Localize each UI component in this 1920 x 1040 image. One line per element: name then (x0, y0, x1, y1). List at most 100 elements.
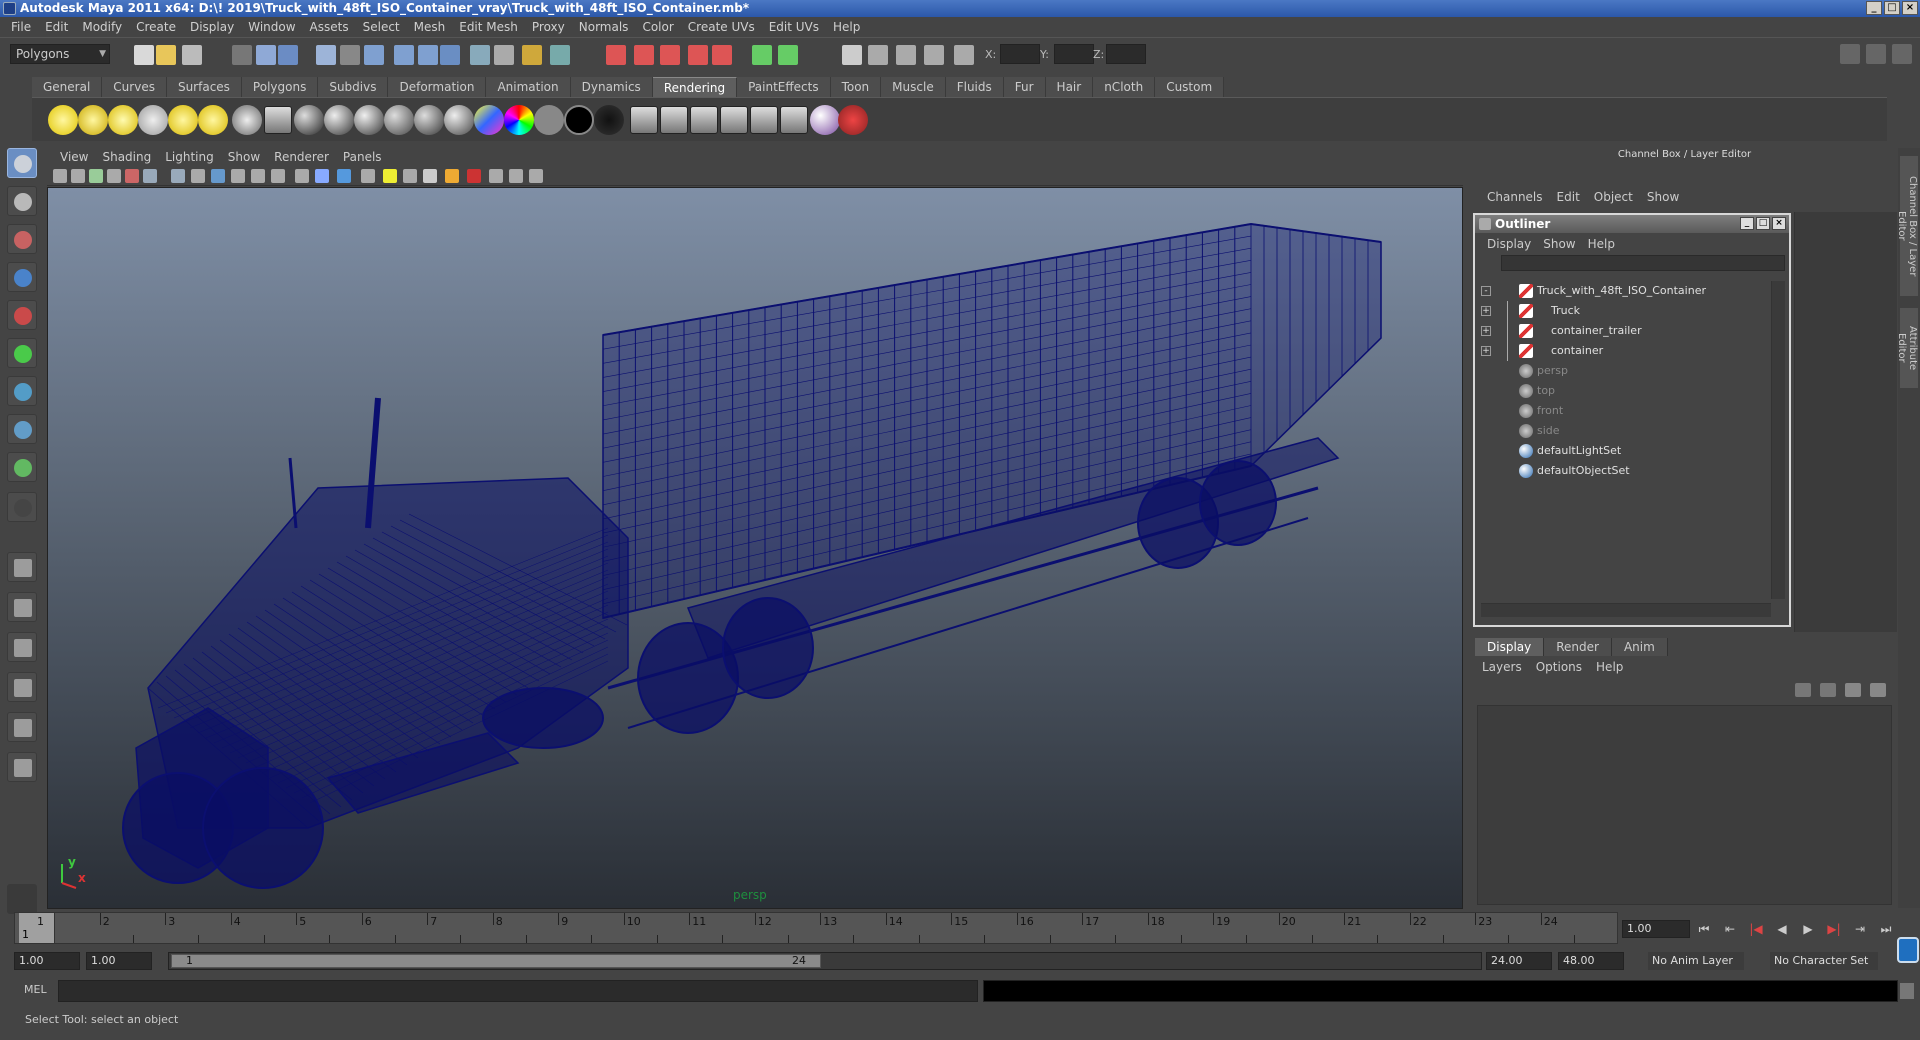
outliner-item-container[interactable]: + container (1479, 341, 1769, 361)
viewport-menu-shading[interactable]: Shading (95, 150, 158, 164)
outliner-item-top[interactable]: top (1479, 381, 1769, 401)
grid-icon[interactable] (143, 169, 157, 183)
render-utility-icon[interactable] (780, 106, 808, 134)
layout-icon[interactable] (1840, 44, 1860, 64)
expand-icon[interactable]: + (1481, 346, 1491, 356)
menu-help[interactable]: Help (826, 20, 867, 34)
texture-icon[interactable] (423, 169, 437, 183)
layer-move-down-icon[interactable] (1870, 683, 1886, 697)
shading-map-icon[interactable] (504, 105, 534, 135)
shelf-tab-curves[interactable]: Curves (102, 77, 167, 97)
gate-mask-icon[interactable] (211, 169, 225, 183)
display-icon[interactable] (842, 45, 862, 65)
side-tab-attribute-editor[interactable]: Attribute Editor (1896, 308, 1918, 388)
snap-curve-icon[interactable] (340, 45, 360, 65)
menu-assets[interactable]: Assets (303, 20, 356, 34)
outliner-filter-input[interactable] (1501, 255, 1785, 271)
menu-mesh[interactable]: Mesh (407, 20, 453, 34)
universal-manipulator-icon[interactable] (7, 376, 37, 406)
animation-end-field[interactable]: 48.00 (1558, 952, 1624, 970)
collapse-icon[interactable]: - (1481, 286, 1491, 296)
maximize-button[interactable]: □ (1884, 1, 1900, 15)
viewport-menu-show[interactable]: Show (221, 150, 267, 164)
render-utility-icon[interactable] (630, 106, 658, 134)
input-ops-icon[interactable] (470, 45, 490, 65)
snap-grid-icon[interactable] (316, 45, 336, 65)
layer-move-up-icon[interactable] (1845, 683, 1861, 697)
outliner-item-front[interactable]: front (1479, 401, 1769, 421)
default-light-icon[interactable] (383, 169, 397, 183)
render-node-icon[interactable] (232, 105, 262, 135)
x-input[interactable] (1000, 44, 1040, 64)
ipr-render-icon[interactable] (634, 45, 654, 65)
area-light-icon[interactable] (168, 105, 198, 135)
lambert-icon[interactable] (294, 105, 324, 135)
xray-joints-icon[interactable] (489, 169, 503, 183)
shelf-tab-hair[interactable]: Hair (1045, 77, 1094, 97)
menu-display[interactable]: Display (183, 20, 241, 34)
new-layer-selected-icon[interactable] (1820, 683, 1836, 697)
playback-start-field[interactable]: 1.00 (86, 952, 152, 970)
lock-selection-icon[interactable] (522, 45, 542, 65)
field-chart-icon[interactable] (231, 169, 245, 183)
highlight-icon[interactable] (550, 45, 570, 65)
select-tool-icon[interactable] (7, 148, 37, 178)
show-channel-box-icon[interactable] (752, 45, 772, 65)
rotate-tool-icon[interactable] (7, 300, 37, 330)
layer-tab-render[interactable]: Render (1544, 638, 1612, 656)
high-quality-icon[interactable] (445, 169, 459, 183)
menu-modify[interactable]: Modify (75, 20, 129, 34)
show-manipulator-icon[interactable] (7, 452, 37, 482)
menu-color[interactable]: Color (635, 20, 680, 34)
render-utility-icon[interactable] (660, 106, 688, 134)
play-backward-icon[interactable]: ◀ (1773, 920, 1791, 938)
quick-layout-icon[interactable] (7, 884, 37, 914)
backface-icon[interactable] (509, 169, 523, 183)
help-assistant-icon[interactable] (1897, 937, 1919, 963)
safe-action-icon[interactable] (251, 169, 265, 183)
wireframe-icon[interactable] (315, 169, 329, 183)
outliner-item-container-trailer[interactable]: + container_trailer (1479, 321, 1769, 341)
channel-box-menu-show[interactable]: Show (1640, 190, 1686, 204)
expand-icon[interactable]: + (1481, 306, 1491, 316)
channel-box-toggle-icon[interactable] (1866, 44, 1886, 64)
truck-wireframe[interactable] (48, 188, 1463, 909)
playback-end-field[interactable]: 24.00 (1486, 952, 1552, 970)
channel-box-menu-edit[interactable]: Edit (1550, 190, 1587, 204)
new-scene-icon[interactable] (134, 45, 154, 65)
select-hierarchy-icon[interactable] (232, 45, 252, 65)
outliner-menu-show[interactable]: Show (1537, 237, 1581, 251)
outliner-item-truck[interactable]: + Truck (1479, 301, 1769, 321)
range-slider[interactable]: 1 24 (168, 952, 1482, 970)
smooth-shade-icon[interactable] (337, 169, 351, 183)
step-back-frame-icon[interactable]: |◀ (1747, 920, 1765, 938)
time-slider[interactable]: 1 1 2 3 4 5 6 7 8 9 10 11 12 13 14 15 16 17 18 19 20 21 22 23 2… (14, 912, 1618, 944)
current-frame-field[interactable]: 1.00 (1622, 920, 1690, 938)
menu-file[interactable]: File (4, 20, 38, 34)
outliner-horizontal-scrollbar[interactable] (1481, 603, 1771, 617)
hypershade-icon[interactable] (688, 45, 708, 65)
isolate-select-icon[interactable] (295, 169, 309, 183)
use-background-icon[interactable] (564, 105, 594, 135)
step-back-key-icon[interactable]: ⇤ (1721, 920, 1739, 938)
step-forward-frame-icon[interactable]: ▶| (1825, 920, 1843, 938)
z-input[interactable] (1106, 44, 1146, 64)
character-set-dropdown[interactable]: No Character Set (1770, 952, 1878, 970)
animation-start-field[interactable]: 1.00 (14, 952, 80, 970)
viewport-menu-lighting[interactable]: Lighting (158, 150, 221, 164)
show-outliner-icon[interactable] (778, 45, 798, 65)
render-utility-icon[interactable] (720, 106, 748, 134)
render-view-icon[interactable] (712, 45, 732, 65)
outliner-titlebar[interactable]: Outliner _ □ × (1475, 215, 1789, 233)
new-layer-icon[interactable] (1795, 683, 1811, 697)
render-utility-icon[interactable] (750, 106, 778, 134)
menu-edit-mesh[interactable]: Edit Mesh (452, 20, 525, 34)
render-utility-icon[interactable] (690, 106, 718, 134)
bookmark-icon[interactable] (89, 169, 103, 183)
ocean-shader-icon[interactable] (594, 105, 624, 135)
hypershade-layout-icon[interactable] (7, 712, 37, 742)
safe-title-icon[interactable] (271, 169, 285, 183)
range-slider-handle[interactable]: 1 24 (171, 954, 821, 968)
shelf-tab-toon[interactable]: Toon (830, 77, 882, 97)
shelf-tab-painteffects[interactable]: PaintEffects (737, 77, 831, 97)
